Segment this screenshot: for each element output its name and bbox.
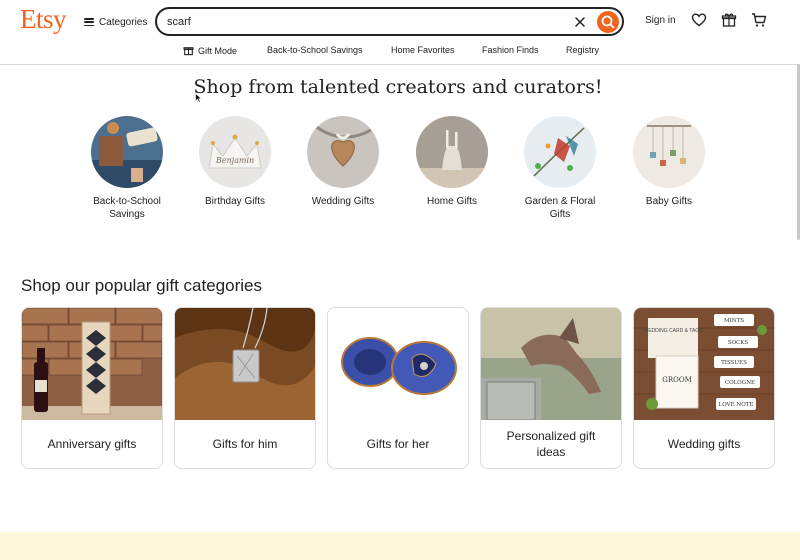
search-input[interactable]: [167, 13, 547, 31]
gift-mode-icon: [183, 47, 194, 56]
nav-gift-mode[interactable]: Gift Mode: [183, 45, 237, 56]
cart-icon[interactable]: [751, 12, 767, 28]
nav-registry[interactable]: Registry: [566, 45, 599, 55]
card-personalized-gift-ideas[interactable]: Personalized gift ideas: [480, 307, 622, 469]
circle-garden-floral-gifts[interactable]: Garden & Floral Gifts: [505, 116, 615, 221]
nav-fashion-finds[interactable]: Fashion Finds: [482, 45, 539, 55]
search-icon: [601, 15, 615, 29]
card-anniversary-gifts[interactable]: Anniversary gifts: [21, 307, 163, 469]
gifts-for-him-image: [175, 308, 315, 420]
categories-label: Categories: [99, 16, 148, 28]
card-gifts-for-her-label: Gifts for her: [366, 437, 430, 451]
sub-navigation: Gift Mode Back-to-School Savings Home Fa…: [0, 42, 800, 62]
wedding-gifts-image: WEDDING CARD & TAGS GROOM MINTS SOCKS TI…: [634, 308, 774, 420]
etsy-logo[interactable]: Etsy: [20, 4, 67, 35]
wedding-card-groom-text: GROOM: [662, 376, 692, 384]
card-anniversary-gifts-label: Anniversary gifts: [47, 437, 137, 451]
circle-garden-floral-gifts-label: Garden & Floral Gifts: [524, 196, 596, 220]
back-to-school-image: [91, 116, 163, 188]
card-gifts-for-her[interactable]: Gifts for her: [327, 307, 469, 469]
card-gifts-for-him[interactable]: Gifts for him: [174, 307, 316, 469]
wedding-tag-tissues: TISSUES: [721, 360, 747, 366]
card-gifts-for-him-label: Gifts for him: [212, 437, 278, 451]
wedding-tag-love-note: LOVE NOTE: [719, 402, 754, 408]
categories-button[interactable]: Categories: [84, 13, 147, 31]
heart-icon[interactable]: [691, 12, 707, 28]
hamburger-icon: [84, 18, 94, 26]
sign-in-link[interactable]: Sign in: [645, 15, 676, 26]
mouse-cursor-icon: [195, 93, 203, 103]
gifts-for-her-image: [328, 308, 468, 420]
garden-floral-gifts-image: [524, 116, 596, 188]
circle-home-gifts[interactable]: Home Gifts: [397, 116, 507, 209]
card-wedding-gifts-label: Wedding gifts: [667, 437, 741, 451]
wedding-card-title-text: WEDDING CARD & TAGS: [644, 328, 704, 334]
anniversary-gifts-image: [22, 308, 162, 420]
wedding-tag-cologne: COLOGNE: [725, 380, 755, 386]
header-divider: [0, 64, 800, 65]
wedding-tag-socks: SOCKS: [728, 340, 749, 346]
birthday-gifts-image: Benjamin: [199, 116, 271, 188]
circle-baby-gifts[interactable]: Baby Gifts: [614, 116, 724, 209]
card-wedding-gifts[interactable]: WEDDING CARD & TAGS GROOM MINTS SOCKS TI…: [633, 307, 775, 469]
wedding-gifts-image: [307, 116, 379, 188]
circle-birthday-gifts[interactable]: Benjamin Birthday Gifts: [180, 116, 290, 209]
baby-gifts-image: [633, 116, 705, 188]
search-button[interactable]: [597, 11, 619, 33]
circle-baby-gifts-label: Baby Gifts: [645, 196, 693, 207]
wedding-tag-mints: MINTS: [724, 318, 744, 324]
search-bar: [155, 7, 624, 36]
home-gifts-image: [416, 116, 488, 188]
nav-back-to-school[interactable]: Back-to-School Savings: [267, 45, 363, 55]
gift-icon[interactable]: [721, 12, 737, 28]
circle-wedding-gifts-label: Wedding Gifts: [311, 196, 375, 207]
circle-back-to-school-label: Back-to-School Savings: [93, 196, 161, 220]
crown-name-text: Benjamin: [215, 156, 254, 165]
nav-home-favorites[interactable]: Home Favorites: [391, 45, 455, 55]
personalized-gift-ideas-image: [481, 308, 621, 420]
clear-search-icon[interactable]: [573, 15, 587, 29]
circle-birthday-gifts-label: Birthday Gifts: [204, 196, 266, 207]
circle-wedding-gifts[interactable]: Wedding Gifts: [288, 116, 398, 209]
card-personalized-gift-ideas-label: Personalized gift ideas: [506, 429, 596, 459]
circle-back-to-school[interactable]: Back-to-School Savings: [72, 116, 182, 221]
circle-home-gifts-label: Home Gifts: [426, 196, 477, 207]
site-header: Etsy Categories Sign in: [0, 0, 800, 42]
popular-categories-title: Shop our popular gift categories: [21, 276, 262, 295]
nav-gift-mode-label: Gift Mode: [198, 45, 238, 56]
hero-title: Shop from talented creators and curators…: [193, 76, 603, 98]
footer-banner: [0, 532, 800, 560]
